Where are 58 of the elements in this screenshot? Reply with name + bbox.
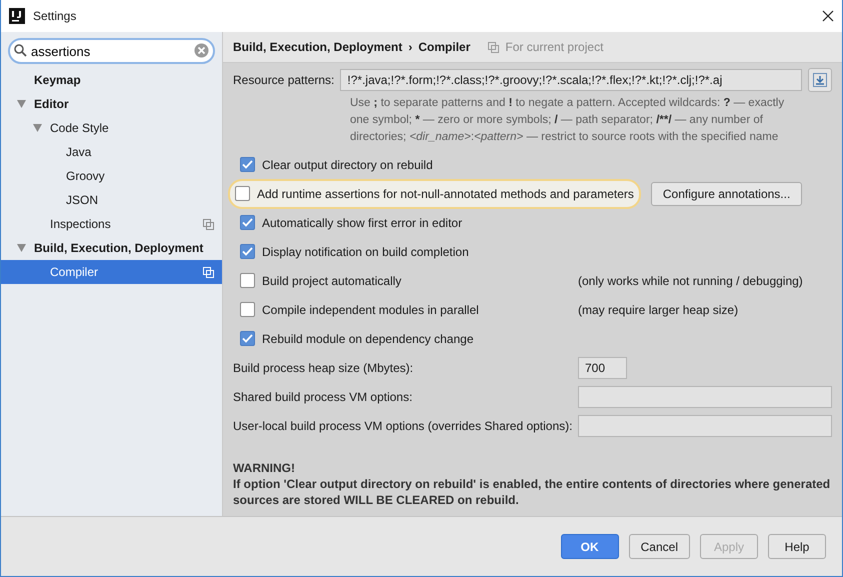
dialog-button[interactable]: Cancel bbox=[628, 534, 690, 559]
resource-patterns-field[interactable]: !?*.java;!?*.form;!?*.class;!?*.groovy;!?*.scala;!?*.flex;!?*.kt;!?*.clj;!?*.aj bbox=[340, 69, 802, 91]
field-label: Resource patterns: bbox=[233, 73, 334, 87]
checkbox[interactable] bbox=[240, 244, 255, 259]
tree-item[interactable]: JSON bbox=[1, 188, 222, 212]
warning-text: If option 'Clear output directory on rebuild' is enabled, the entire contents of directories where generated sources are stored WILL BE CLEARED on rebuild. bbox=[233, 476, 832, 508]
tree-item[interactable]: Inspections bbox=[1, 212, 222, 236]
close-icon[interactable] bbox=[822, 10, 834, 22]
breadcrumb-item: Build, Execution, Deployment bbox=[233, 40, 402, 54]
search-field[interactable]: assertions bbox=[8, 38, 215, 64]
checkbox[interactable] bbox=[235, 186, 250, 201]
breadcrumb-item: Compiler bbox=[418, 40, 470, 54]
expand-icon bbox=[813, 73, 827, 87]
copy-icon bbox=[203, 266, 214, 278]
scope-label: For current project bbox=[505, 40, 604, 54]
checkbox[interactable] bbox=[240, 157, 255, 172]
warning-title: WARNING! bbox=[233, 460, 296, 476]
checkbox[interactable] bbox=[240, 331, 255, 346]
tree-item[interactable]: Java bbox=[1, 140, 222, 164]
tree-item[interactable]: Build, Execution, Deployment bbox=[1, 236, 222, 260]
checkbox-label[interactable]: Add runtime assertions for not-null-annotated methods and parameters bbox=[257, 186, 634, 200]
text-field[interactable]: 700 bbox=[578, 356, 627, 378]
tree-item[interactable]: Code Style bbox=[1, 116, 222, 140]
checkbox-label[interactable]: Clear output directory on rebuild bbox=[262, 158, 433, 172]
text-field[interactable] bbox=[578, 386, 832, 408]
app-logo-icon bbox=[9, 8, 25, 24]
checkbox[interactable] bbox=[240, 273, 255, 288]
breadcrumb-separator: › bbox=[408, 40, 412, 54]
checkbox-label[interactable]: Compile independent modules in parallel bbox=[262, 302, 479, 316]
checkbox-label[interactable]: Build project automatically bbox=[262, 274, 402, 288]
copy-icon bbox=[488, 42, 500, 52]
tree-item[interactable]: Groovy bbox=[1, 164, 222, 188]
copy-icon bbox=[203, 218, 214, 230]
field-label: Shared build process VM options: bbox=[233, 390, 414, 404]
help-text: Use ; to separate patterns and ! to negate a pattern. Accepted wildcards: ? — exactly one symbol; * — zero or more symbols; / — path separator; /**/ — any number of directories; <dir_name>:<pattern> — restrict to source roots with the specified name bbox=[350, 96, 786, 145]
checkbox-label[interactable]: Rebuild module on dependency change bbox=[262, 332, 474, 346]
checkbox-label[interactable]: Display notification on build completion bbox=[262, 244, 469, 258]
expanded-arrow-icon[interactable] bbox=[33, 124, 42, 132]
tree-item[interactable]: Keymap bbox=[1, 68, 222, 92]
tree-item[interactable]: Editor bbox=[1, 92, 222, 116]
expanded-arrow-icon[interactable] bbox=[17, 100, 26, 108]
window-title: Settings bbox=[33, 9, 78, 23]
dialog-button[interactable]: OK bbox=[560, 534, 619, 559]
configure-button[interactable]: Configure annotations... bbox=[650, 182, 802, 206]
option-note: (only works while not running / debugging) bbox=[578, 274, 803, 288]
search-icon bbox=[14, 44, 27, 57]
checkbox[interactable] bbox=[240, 215, 255, 230]
text-field[interactable] bbox=[578, 414, 832, 436]
checkbox-label[interactable]: Automatically show first error in editor bbox=[262, 216, 462, 230]
option-note: (may require larger heap size) bbox=[578, 302, 738, 316]
tree-item[interactable]: Compiler bbox=[1, 260, 222, 284]
field-label: Build process heap size (Mbytes): bbox=[233, 360, 414, 374]
checkbox[interactable] bbox=[240, 302, 255, 317]
expanded-arrow-icon[interactable] bbox=[17, 244, 26, 252]
field-label: User-local build process VM options (overrides Shared options): bbox=[233, 418, 574, 432]
clear-icon[interactable] bbox=[194, 43, 209, 58]
expand-field-button[interactable] bbox=[808, 68, 832, 92]
dialog-button[interactable]: Help bbox=[768, 534, 826, 559]
